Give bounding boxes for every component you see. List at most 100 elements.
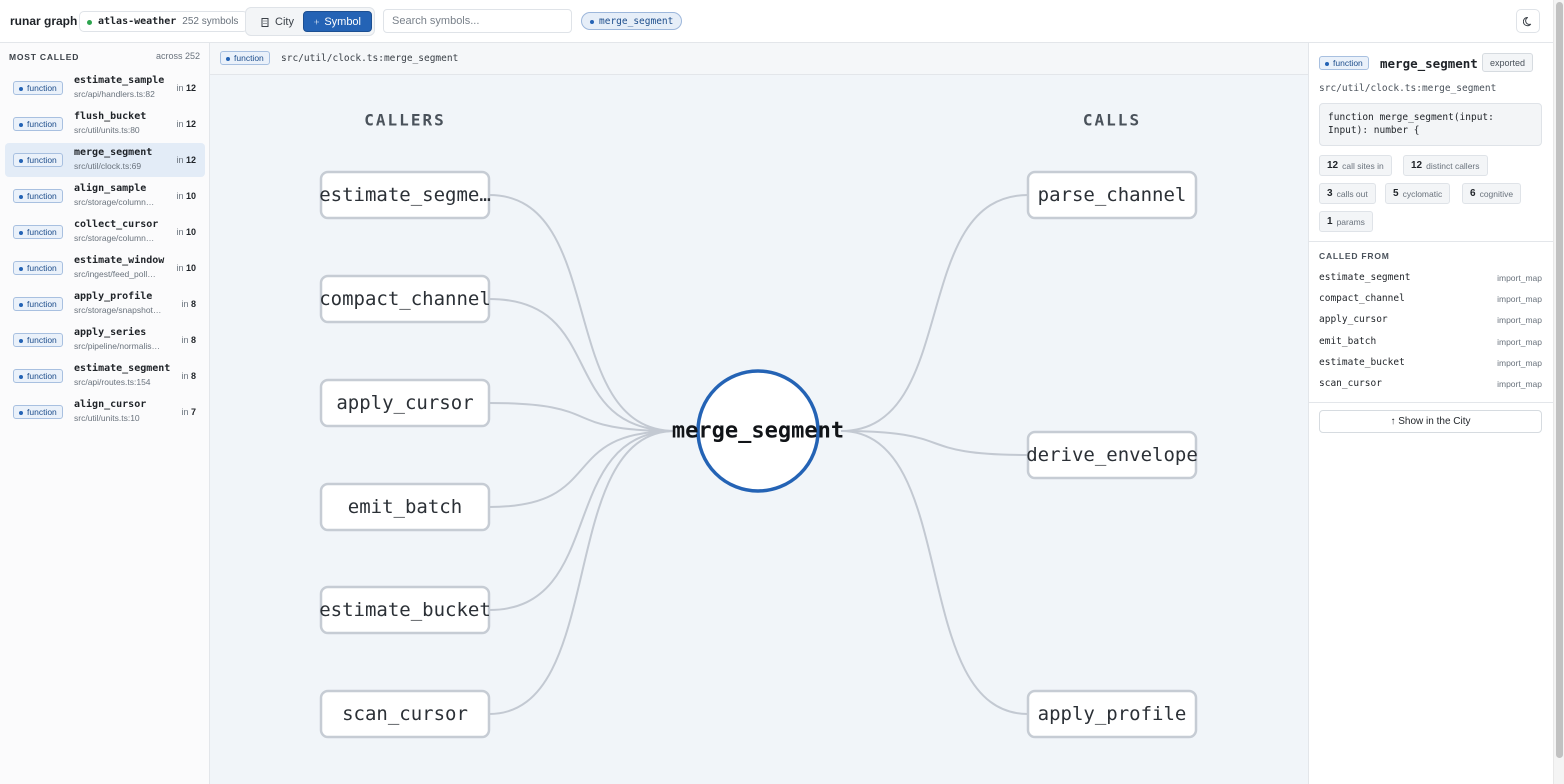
- called-from-row[interactable]: estimate_bucket import_map: [1319, 355, 1542, 371]
- symbol-path: src/storage/column…: [74, 233, 155, 243]
- symbol-path: src/pipeline/normalis…: [74, 341, 160, 351]
- count-value: 8: [190, 371, 196, 381]
- callee-node-label: parse_channel: [1038, 184, 1187, 206]
- call-edge: [840, 194, 1029, 432]
- kind-badge: function: [13, 297, 63, 311]
- exported-badge: exported: [1482, 53, 1534, 72]
- sidebar-item-apply-profile[interactable]: function apply_profile src/storage/snapsho…: [5, 287, 205, 321]
- moon-icon: [1522, 16, 1531, 26]
- signature-line: function merge_segment(input:: [1328, 112, 1494, 123]
- kind-badge: function: [13, 189, 63, 203]
- kind-label: function: [27, 227, 57, 237]
- called-from-row[interactable]: apply_cursor import_map: [1319, 312, 1542, 328]
- caller-name: scan_cursor: [1319, 378, 1382, 389]
- kind-dot: [19, 375, 23, 379]
- kind-label: function: [27, 119, 57, 129]
- symbol-detail-panel: function merge_segment exported src/util…: [1308, 43, 1554, 784]
- sidebar-item-apply-series[interactable]: function apply_series src/pipeline/normali…: [5, 323, 205, 357]
- stat-value: 3: [1327, 188, 1333, 199]
- signature-block: function merge_segment(input: Input): nu…: [1319, 103, 1542, 146]
- view-mode-toggle: City Symbol: [245, 7, 375, 36]
- kind-badge: function: [13, 369, 63, 383]
- kind-badge: function: [13, 261, 63, 275]
- symbol-path: src/ingest/feed_poll…: [74, 269, 156, 279]
- sidebar-item-merge-segment[interactable]: function merge_segment src/util/clock.ts:6…: [5, 143, 205, 177]
- theme-toggle-button[interactable]: [1516, 9, 1540, 33]
- caller-name: estimate_segment: [1319, 272, 1411, 283]
- count-value: 10: [185, 227, 196, 237]
- count-prefix: in: [176, 227, 184, 237]
- search-input[interactable]: [383, 9, 572, 33]
- call-edge: [488, 194, 676, 432]
- sidebar-item-align-sample[interactable]: function align_sample src/storage/column… i…: [5, 179, 205, 213]
- call-count: in 12: [176, 119, 196, 129]
- sidebar-item-flush-bucket[interactable]: function flush_bucket src/util/units.ts:80…: [5, 107, 205, 141]
- caller-name: compact_channel: [1319, 293, 1405, 305]
- kind-badge: function: [13, 81, 63, 95]
- count-prefix: in: [176, 155, 184, 165]
- sidebar-item-estimate-sample[interactable]: function estimate_sample src/api/handlers.…: [5, 71, 205, 105]
- caller-source: import_map: [1497, 379, 1542, 389]
- kind-label: function: [27, 407, 57, 417]
- building-icon: [261, 17, 269, 27]
- show-in-city-button[interactable]: ↑ Show in the City: [1319, 410, 1542, 433]
- call-count: in 8: [181, 371, 196, 381]
- called-from-row[interactable]: compact_channel import_map: [1319, 291, 1542, 307]
- top-bar: runar graph atlas-weather 252 symbols Ci…: [0, 0, 1553, 43]
- sidebar-item-align-cursor[interactable]: function align_cursor src/util/units.ts:10…: [5, 395, 205, 429]
- caller-node-label: estimate_segme…: [319, 184, 491, 206]
- caller-node-label: compact_channel: [319, 288, 491, 310]
- panel-symbol-path: src/util/clock.ts:merge_segment: [1319, 83, 1497, 94]
- call-edge: [840, 430, 1029, 715]
- symbol-path: src/storage/snapshot…: [74, 305, 162, 315]
- stat-label: cognitive: [1479, 188, 1514, 199]
- caller-node-label: emit_batch: [348, 496, 462, 518]
- stat-value: 6: [1470, 188, 1476, 199]
- kind-dot: [19, 303, 23, 307]
- kind-dot: [1325, 62, 1329, 66]
- sidebar-item-collect-cursor[interactable]: function collect_cursor src/storage/column…: [5, 215, 205, 249]
- kind-dot: [19, 87, 23, 91]
- call-count: in 12: [176, 155, 196, 165]
- selected-symbol-pill[interactable]: merge_segment: [581, 12, 683, 30]
- kind-label: function: [27, 299, 57, 309]
- call-edge: [488, 298, 676, 432]
- symbol-name: apply_profile: [74, 291, 153, 302]
- graph-canvas: function src/util/clock.ts:merge_segment…: [210, 43, 1308, 784]
- count-prefix: in: [176, 83, 184, 93]
- kind-badge: function: [13, 405, 63, 419]
- kind-badge: function: [13, 225, 63, 239]
- scrollbar-thumb[interactable]: [1556, 2, 1563, 758]
- symbol-name: flush_bucket: [74, 111, 147, 122]
- called-from-row[interactable]: estimate_segment import_map: [1319, 270, 1542, 286]
- count-prefix: in: [181, 371, 189, 381]
- selected-symbol-dot: [590, 20, 594, 24]
- calls-heading: CALLS: [1083, 111, 1141, 130]
- sidebar-item-estimate-segment[interactable]: function estimate_segment src/api/routes.t…: [5, 359, 205, 393]
- symbol-name: estimate_sample: [74, 75, 165, 86]
- count-value: 10: [185, 263, 196, 273]
- symbol-name: estimate_window: [74, 255, 165, 266]
- called-from-row[interactable]: emit_batch import_map: [1319, 334, 1542, 350]
- app-title: runar graph: [10, 14, 78, 28]
- call-count: in 7: [181, 407, 196, 417]
- caller-source: import_map: [1497, 273, 1542, 283]
- stat-value: 12: [1327, 160, 1339, 171]
- callers-heading: CALLERS: [364, 111, 445, 130]
- called-from-row[interactable]: scan_cursor import_map: [1319, 376, 1542, 392]
- mode-symbol-button[interactable]: Symbol: [303, 11, 372, 32]
- kind-label: function: [27, 263, 57, 273]
- kind-dot: [19, 411, 23, 415]
- repo-chip[interactable]: atlas-weather 252 symbols: [79, 11, 249, 32]
- sidebar-item-estimate-window[interactable]: function estimate_window src/ingest/feed_p…: [5, 251, 205, 285]
- stat-value: 12: [1411, 160, 1423, 171]
- page-scrollbar[interactable]: [1553, 0, 1564, 784]
- caller-node-label: apply_cursor: [336, 392, 473, 414]
- symbol-name: estimate_segment: [74, 363, 171, 374]
- mode-symbol-label: Symbol: [324, 15, 361, 28]
- mode-city-button[interactable]: City: [250, 11, 304, 32]
- count-prefix: in: [176, 119, 184, 129]
- sidebar-meta: across 252: [155, 51, 200, 61]
- count-prefix: in: [181, 299, 189, 309]
- call-count: in 10: [176, 227, 196, 237]
